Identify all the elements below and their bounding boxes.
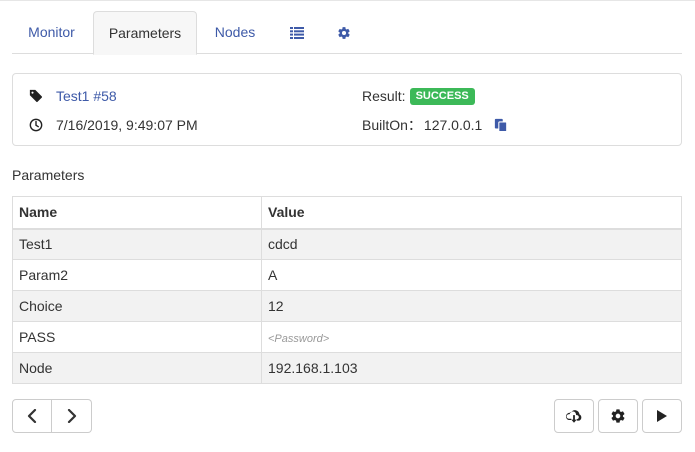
tab-bar: Monitor Parameters Nodes: [12, 11, 682, 55]
status-badge: SUCCESS: [409, 87, 475, 105]
param-value: <Password>: [261, 321, 682, 353]
built-on-value: 127.0.0.1: [423, 117, 483, 133]
tab-monitor[interactable]: Monitor: [12, 11, 91, 54]
column-header-name: Name: [12, 196, 262, 230]
list-icon: [290, 26, 304, 39]
gear-icon: [611, 409, 625, 423]
table-row: PASS <Password>: [12, 321, 682, 353]
parameters-section-title: Parameters: [12, 167, 85, 183]
chevron-left-icon: [27, 409, 37, 423]
build-detail-page: Monitor Parameters Nodes Test1 #58 7/16/…: [0, 0, 695, 452]
param-value: A: [261, 259, 682, 291]
column-header-value: Value: [261, 196, 682, 230]
param-value: 192.168.1.103: [261, 352, 682, 384]
tab-nodes[interactable]: Nodes: [200, 11, 270, 54]
param-name: Node: [12, 352, 262, 384]
copy-icon[interactable]: [494, 118, 508, 132]
param-value: 12: [261, 290, 682, 322]
tab-settings[interactable]: [327, 11, 361, 54]
cloud-download-icon: [565, 410, 582, 423]
previous-build-button[interactable]: [12, 399, 52, 433]
chevron-right-icon: [67, 409, 76, 423]
built-on-row: BuiltOn： 127.0.0.1: [362, 115, 508, 135]
built-on-label: BuiltOn：: [362, 117, 422, 133]
tab-parameters[interactable]: Parameters: [93, 11, 197, 55]
next-build-button[interactable]: [52, 399, 92, 433]
result-label: Result:: [362, 88, 406, 104]
settings-button[interactable]: [598, 399, 638, 433]
table-row: Node 192.168.1.103: [12, 352, 682, 384]
build-name-link[interactable]: Test1 #58: [56, 88, 117, 104]
build-name-row: Test1 #58: [28, 86, 117, 106]
tab-list[interactable]: [280, 11, 314, 54]
param-name: Test1: [12, 228, 262, 260]
download-button[interactable]: [554, 399, 594, 433]
param-value: cdcd: [261, 228, 682, 260]
table-row: Param2 A: [12, 259, 682, 291]
build-time-row: 7/16/2019, 9:49:07 PM: [28, 115, 198, 135]
play-icon: [657, 410, 667, 422]
param-name: Choice: [12, 290, 262, 322]
gear-icon: [338, 26, 350, 39]
param-name: PASS: [12, 321, 262, 353]
parameters-table: Name Value Test1 cdcd Param2 A Choice 12…: [12, 196, 682, 384]
run-button[interactable]: [642, 399, 682, 433]
table-row: Choice 12: [12, 290, 682, 322]
password-placeholder: <Password>: [268, 333, 330, 345]
tag-icon: [28, 88, 44, 104]
table-row: Test1 cdcd: [12, 228, 682, 260]
build-info-card: Test1 #58 7/16/2019, 9:49:07 PM Result: …: [12, 73, 682, 146]
build-nav-group: [12, 399, 92, 433]
result-row: Result: SUCCESS: [362, 86, 475, 106]
table-header-row: Name Value: [12, 196, 682, 230]
build-timestamp: 7/16/2019, 9:49:07 PM: [56, 117, 198, 133]
clock-icon: [28, 117, 44, 133]
param-name: Param2: [12, 259, 262, 291]
